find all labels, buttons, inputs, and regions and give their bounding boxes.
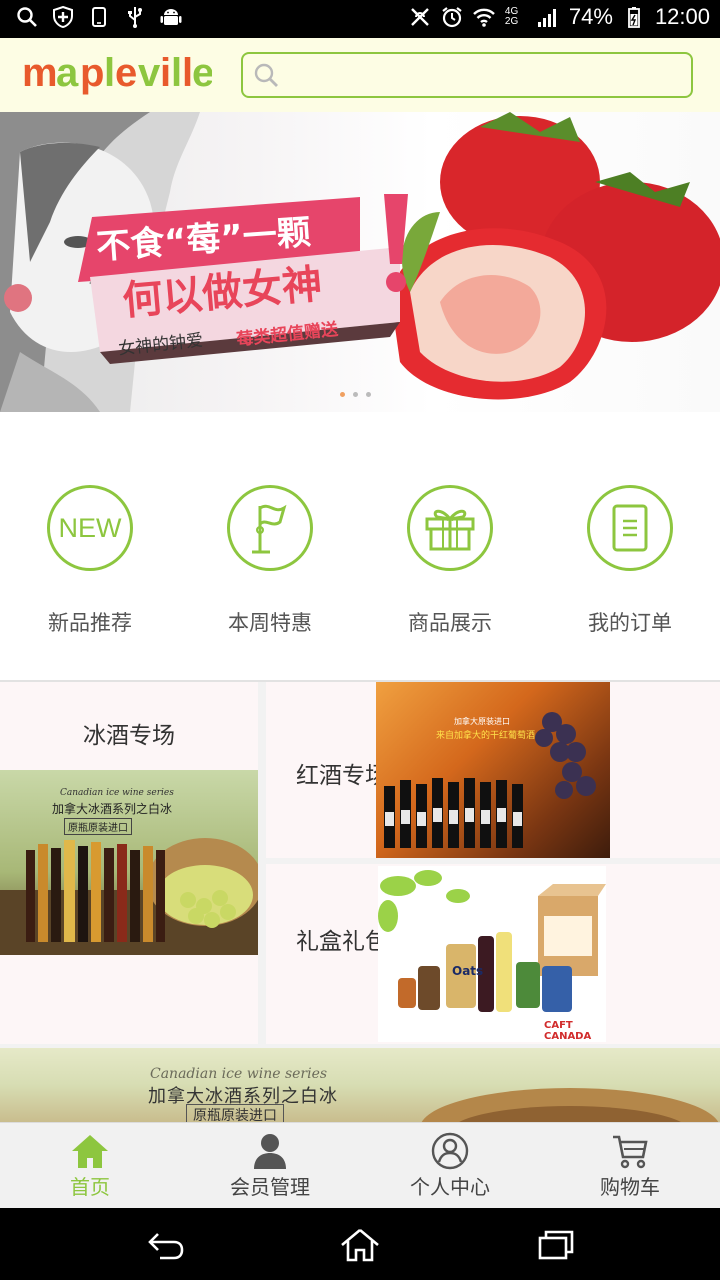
svg-text:l: l	[104, 51, 115, 95]
svg-text:l: l	[171, 51, 182, 95]
gift-box-tile[interactable]: 礼盒礼包 Oats CAFT CANADA	[266, 864, 720, 1044]
category-label: 新品推荐	[48, 611, 132, 635]
banner-dot[interactable]	[340, 392, 345, 397]
category-label: 我的订单	[588, 611, 672, 635]
category-products[interactable]: 商品展示	[360, 412, 540, 680]
strip-caption-en: Canadian ice wine series	[150, 1066, 328, 1082]
alarm-icon	[442, 7, 462, 28]
ice-wine-tile[interactable]: 冰酒专场 Canadian ice wine series 加拿大冰酒系列之白冰…	[0, 682, 258, 1044]
red-wine-caption-top: 加拿大原装进口	[454, 717, 510, 726]
ice-wine-caption-en: Canadian ice wine series	[60, 788, 174, 798]
category-my-orders[interactable]: 我的订单	[540, 412, 720, 680]
svg-text:m: m	[22, 51, 58, 95]
promo-grid: 冰酒专场 Canadian ice wine series 加拿大冰酒系列之白冰…	[0, 682, 720, 1048]
wifi-icon	[473, 8, 495, 27]
search-icon	[254, 63, 278, 87]
red-wine-tile[interactable]: 红酒专场 加拿大原装进口 来自加拿大的干红葡萄酒	[266, 682, 720, 858]
svg-text:e: e	[192, 51, 212, 95]
flag-icon	[227, 485, 313, 571]
signal-icon	[537, 9, 556, 27]
nfc-icon	[411, 8, 429, 26]
exclamation-mark	[384, 194, 408, 292]
system-navigation-bar	[0, 1208, 720, 1280]
usb-icon	[128, 7, 142, 28]
app-header: m a p l e v i l l e	[0, 38, 720, 112]
order-icon	[587, 485, 673, 571]
tab-personal-center[interactable]: 个人中心	[360, 1123, 540, 1208]
tab-label: 首页	[70, 1175, 110, 1199]
caft-logo: CAFT CANADA	[544, 1020, 592, 1042]
banner-dot[interactable]	[353, 392, 358, 397]
category-weekly-deals[interactable]: 本周特惠	[180, 412, 360, 680]
ice-wine-strip-banner[interactable]: Canadian ice wine series 加拿大冰酒系列之白冰 原瓶原装…	[0, 1048, 720, 1122]
tab-label: 购物车	[600, 1175, 660, 1199]
basket-image	[421, 1088, 719, 1122]
banner-pagination	[340, 392, 371, 397]
category-label: 商品展示	[408, 611, 492, 635]
network-type: 4G 2G	[504, 6, 519, 27]
tab-label: 个人中心	[410, 1175, 490, 1199]
svg-text:i: i	[160, 51, 171, 95]
android-icon	[160, 9, 182, 25]
red-wine-caption: 来自加拿大的干红葡萄酒	[436, 731, 536, 741]
bottom-tab-bar: 首页 会员管理 个人中心 购物车	[0, 1122, 720, 1208]
tab-home[interactable]: 首页	[0, 1123, 180, 1208]
recent-apps-icon[interactable]	[536, 1228, 576, 1262]
strip-badge: 原瓶原装进口	[186, 1104, 284, 1122]
search-icon	[17, 7, 37, 27]
gift-box-label: 礼盒礼包	[296, 929, 388, 955]
gift-icon	[407, 485, 493, 571]
tab-cart[interactable]: 购物车	[540, 1123, 720, 1208]
phone-icon	[92, 7, 106, 27]
back-icon[interactable]	[146, 1228, 186, 1262]
battery-icon	[628, 7, 640, 28]
new-icon: NEW	[47, 485, 133, 571]
red-wine-image: 加拿大原装进口 来自加拿大的干红葡萄酒	[376, 682, 610, 858]
svg-text:p: p	[80, 51, 104, 95]
svg-text:e: e	[115, 51, 137, 95]
home-icon	[72, 1135, 108, 1168]
category-label: 本周特惠	[228, 611, 312, 635]
logo-wordmark: m a p l e v i l l e	[22, 51, 212, 95]
promo-banner[interactable]: 不食“莓”一颗 何以做女神 女神的钟爱 莓类超值赠送	[0, 112, 720, 412]
battery-percent: 74%	[568, 4, 613, 29]
search-input[interactable]	[287, 55, 691, 95]
home-nav-icon[interactable]	[340, 1228, 380, 1262]
search-bar[interactable]	[241, 52, 693, 98]
status-bar: 4G 2G 74% 12:00	[0, 0, 720, 38]
ice-wine-image: Canadian ice wine series 加拿大冰酒系列之白冰 原瓶原装…	[0, 770, 258, 955]
member-icon	[254, 1134, 286, 1169]
category-grid: NEW 新品推荐 本周特惠 商品展示 我的订单	[0, 412, 720, 680]
ice-wine-caption-cn: 加拿大冰酒系列之白冰	[52, 802, 173, 816]
clock: 12:00	[654, 4, 710, 29]
tab-member-management[interactable]: 会员管理	[180, 1123, 360, 1208]
brand-logo[interactable]: m a p l e v i l l e	[22, 48, 212, 100]
ice-wine-caption-badge: 原瓶原装进口	[64, 818, 132, 835]
svg-text:v: v	[138, 51, 161, 95]
gift-can-label: Oats	[452, 964, 484, 978]
shield-icon	[53, 6, 73, 28]
gift-box-image: Oats CAFT CANADA	[378, 866, 606, 1042]
category-new[interactable]: NEW 新品推荐	[0, 412, 180, 680]
strawberry-image	[390, 112, 720, 400]
tab-label: 会员管理	[230, 1175, 310, 1199]
cart-icon	[613, 1135, 648, 1169]
profile-icon	[431, 1132, 469, 1170]
banner-dot[interactable]	[366, 392, 371, 397]
svg-text:a: a	[56, 51, 79, 95]
red-wine-label: 红酒专场	[296, 763, 388, 789]
ice-wine-title: 冰酒专场	[83, 723, 175, 749]
